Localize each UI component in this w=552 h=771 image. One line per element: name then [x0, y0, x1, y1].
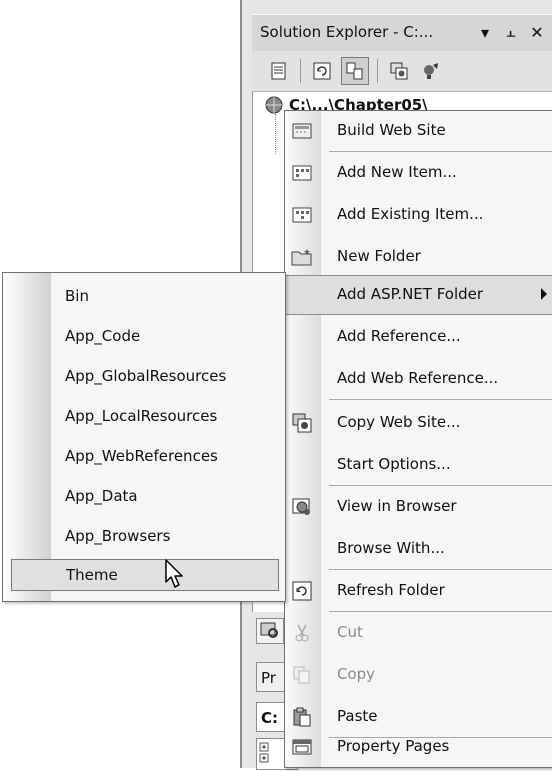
copy-icon: [291, 664, 313, 686]
server-explorer-tab-icon[interactable]: [256, 618, 284, 644]
menu-item-add-reference[interactable]: Add Reference...: [285, 317, 552, 357]
menu-separator: [329, 611, 552, 612]
property-pages-icon: [291, 736, 313, 758]
add-existing-item-icon: [291, 204, 313, 226]
menu-separator: [329, 569, 552, 570]
menu-item-copy-web-site[interactable]: Copy Web Site...: [285, 403, 552, 443]
menu-item-label: Add Reference...: [337, 327, 461, 345]
asp-net-folder-submenu: Bin App_Code App_GlobalResources App_Loc…: [2, 272, 286, 602]
solution-explorer-toolbar: [252, 51, 552, 92]
menu-item-cut[interactable]: Cut: [285, 613, 552, 653]
tree-connector: [275, 114, 277, 154]
menu-item-label: Browse With...: [337, 539, 445, 557]
menu-item-label: View in Browser: [337, 497, 457, 515]
menu-item-new-folder[interactable]: New Folder: [285, 237, 552, 277]
menu-item-label: Copy: [337, 665, 376, 683]
solution-explorer-title: Solution Explorer - C:...: [260, 23, 434, 41]
submenu-item-app-data[interactable]: App_Data: [3, 477, 285, 517]
submenu-item-label: Bin: [65, 287, 89, 305]
menu-item-label: Copy Web Site...: [337, 413, 461, 431]
menu-item-view-in-browser[interactable]: View in Browser: [285, 487, 552, 527]
add-new-item-icon: [291, 162, 313, 184]
submenu-item-label: App_GlobalResources: [65, 367, 227, 385]
asp-net-configuration-icon[interactable]: [418, 58, 444, 84]
toolbar-separator: [300, 59, 301, 83]
copy-web-site-icon[interactable]: [386, 58, 412, 84]
menu-item-label: Paste: [337, 707, 378, 725]
close-icon[interactable]: ✕: [526, 20, 548, 44]
web-site-icon: [263, 94, 285, 120]
view-in-browser-icon: [291, 496, 313, 518]
menu-separator: [329, 485, 552, 486]
menu-item-label: Start Options...: [337, 455, 451, 473]
refresh-icon: [291, 580, 313, 602]
menu-item-start-options[interactable]: Start Options...: [285, 445, 552, 485]
menu-item-label: New Folder: [337, 247, 421, 265]
submenu-item-label: App_LocalResources: [65, 407, 218, 425]
cut-icon: [291, 622, 313, 644]
menu-item-copy[interactable]: Copy: [285, 655, 552, 695]
new-folder-icon: [291, 246, 313, 268]
submenu-item-app-localresources[interactable]: App_LocalResources: [3, 397, 285, 437]
menu-item-label: Add Existing Item...: [337, 205, 484, 223]
refresh-icon[interactable]: [309, 58, 335, 84]
context-menu: Build Web Site Add New Item... Add Exist…: [284, 110, 552, 768]
submenu-item-label: App_Data: [65, 487, 138, 505]
menu-item-add-asp-net-folder[interactable]: Add ASP.NET Folder: [285, 275, 552, 315]
auto-hide-pin-icon[interactable]: ⫠: [500, 20, 522, 44]
submenu-item-label: App_WebReferences: [65, 447, 218, 465]
menu-item-property-pages[interactable]: Property Pages: [285, 727, 552, 767]
submenu-item-app-browsers[interactable]: App_Browsers: [3, 517, 285, 557]
menu-item-build-web-site[interactable]: Build Web Site: [285, 111, 552, 151]
submenu-item-app-code[interactable]: App_Code: [3, 317, 285, 357]
submenu-arrow-icon: [541, 288, 547, 300]
mouse-cursor-icon: [164, 558, 188, 596]
properties-icon[interactable]: [266, 58, 292, 84]
submenu-item-label: Theme: [66, 566, 118, 584]
paste-icon: [291, 706, 313, 728]
menu-item-label: Add New Item...: [337, 163, 457, 181]
menu-item-add-web-reference[interactable]: Add Web Reference...: [285, 359, 552, 399]
menu-item-refresh-folder[interactable]: Refresh Folder: [285, 571, 552, 611]
submenu-item-label: App_Code: [65, 327, 141, 345]
copy-web-site-icon: [291, 412, 313, 434]
menu-item-browse-with[interactable]: Browse With...: [285, 529, 552, 569]
submenu-item-app-globalresources[interactable]: App_GlobalResources: [3, 357, 285, 397]
menu-item-add-existing-item[interactable]: Add Existing Item...: [285, 195, 552, 235]
menu-item-label: Cut: [337, 623, 363, 641]
submenu-item-label: App_Browsers: [65, 527, 171, 545]
menu-item-add-new-item[interactable]: Add New Item...: [285, 153, 552, 193]
submenu-item-bin[interactable]: Bin: [3, 277, 285, 317]
menu-item-label: Property Pages: [337, 737, 450, 755]
submenu-item-app-webreferences[interactable]: App_WebReferences: [3, 437, 285, 477]
window-position-dropdown-icon[interactable]: ▾: [474, 20, 496, 44]
menu-separator: [329, 151, 552, 152]
solution-explorer-titlebar[interactable]: Solution Explorer - C:... ▾ ⫠ ✕: [252, 14, 552, 52]
build-icon: [291, 120, 313, 142]
menu-item-label: Add Web Reference...: [337, 369, 499, 387]
menu-item-label: Build Web Site: [337, 121, 446, 139]
menu-item-label: Refresh Folder: [337, 581, 445, 599]
menu-separator: [329, 399, 552, 400]
menu-item-label: Add ASP.NET Folder: [337, 285, 484, 303]
submenu-item-theme[interactable]: Theme: [11, 559, 279, 591]
nest-related-files-icon[interactable]: [341, 57, 369, 85]
toolbar-separator: [377, 59, 378, 83]
